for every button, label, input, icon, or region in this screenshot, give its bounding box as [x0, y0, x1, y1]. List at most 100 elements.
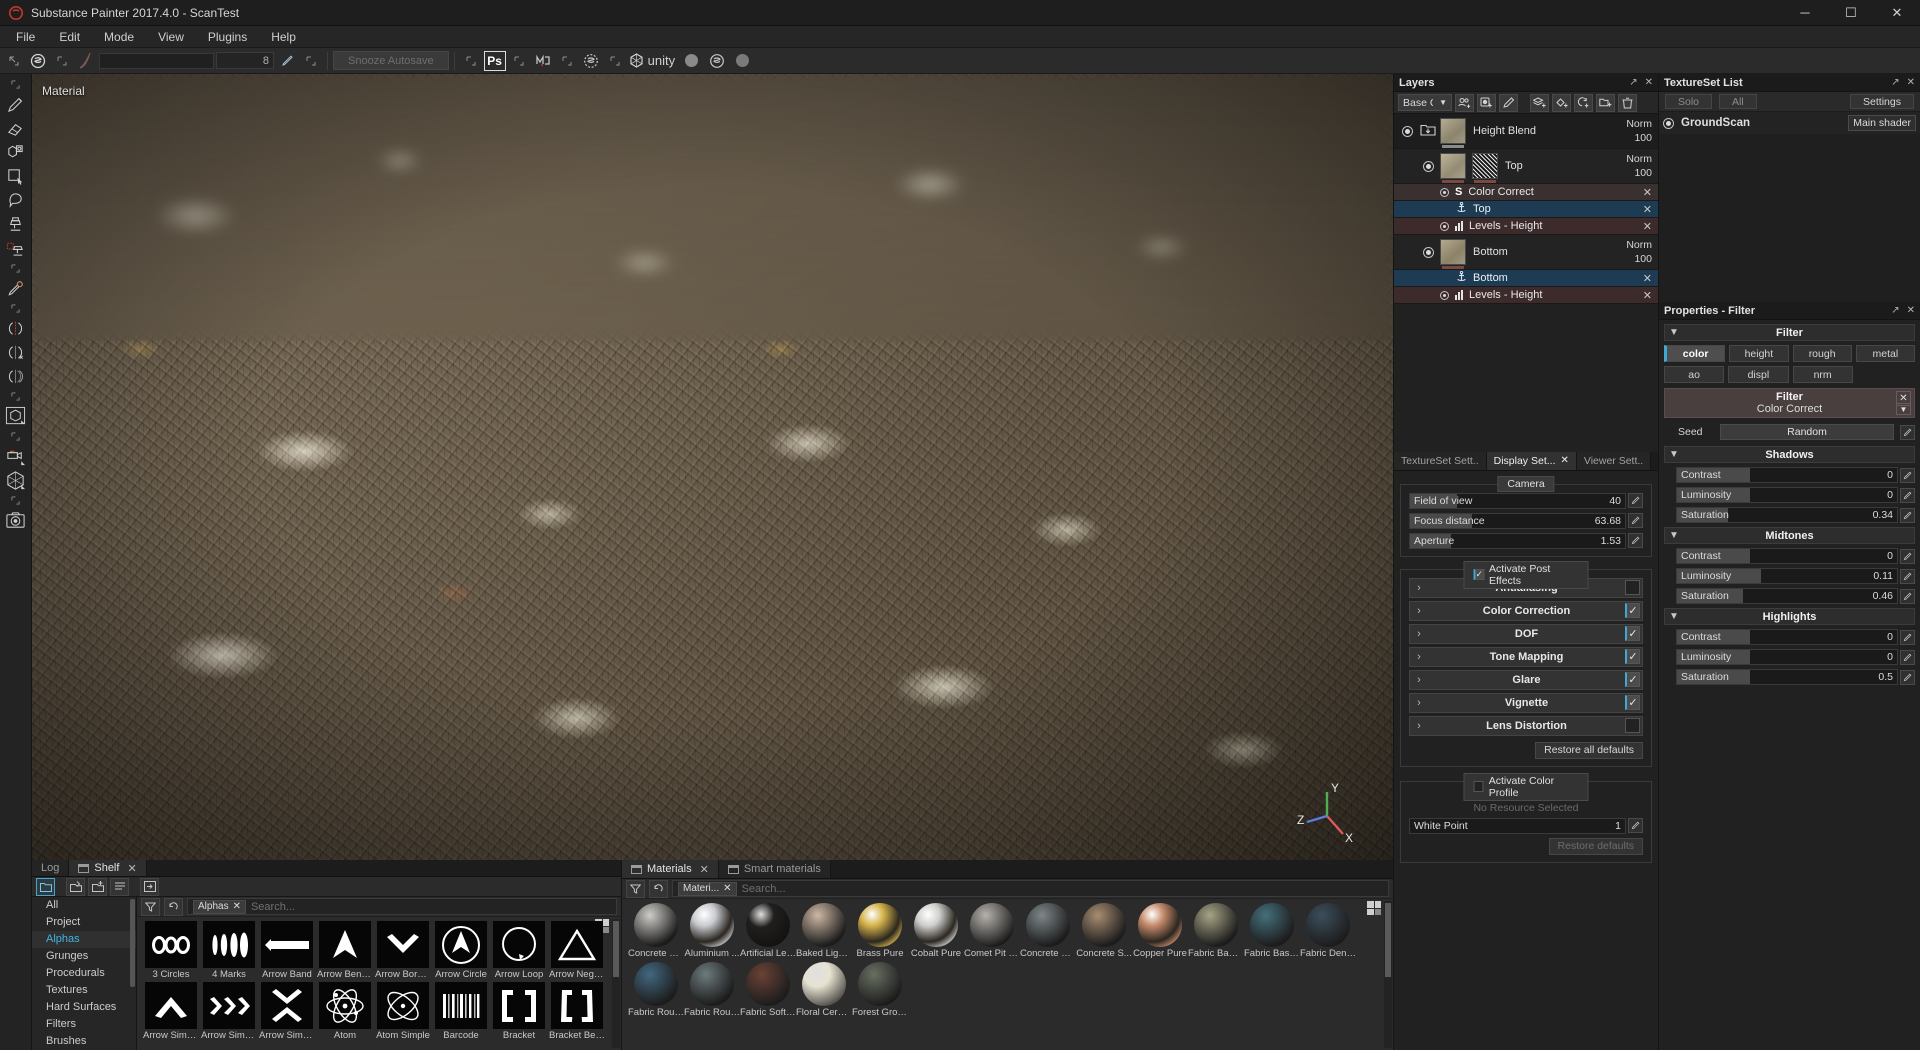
filter-icon[interactable]	[141, 898, 160, 916]
brush-preset-icon[interactable]	[75, 50, 97, 72]
paint-tool-icon[interactable]	[1, 92, 31, 116]
add-mask-icon[interactable]	[1455, 94, 1474, 112]
layer-thumbnail[interactable]	[1440, 118, 1466, 144]
dock-icon[interactable]	[140, 878, 159, 896]
export-icon[interactable]	[1, 492, 31, 508]
viewport-mode-2d-button[interactable]	[736, 54, 749, 67]
shelf-category-brushes[interactable]: Brushes	[32, 1033, 136, 1050]
highlights-luminosity-row[interactable]: Luminosity 0	[1676, 649, 1915, 665]
delete-layer-icon[interactable]	[1618, 94, 1637, 112]
export-icon[interactable]	[1, 428, 31, 444]
effect-name[interactable]: Levels - Height	[1469, 220, 1542, 232]
midtones-saturation-slider[interactable]: Saturation 0.46	[1676, 588, 1898, 604]
material-item[interactable]: Concrete Cl...	[628, 903, 684, 959]
substance-source-icon[interactable]	[27, 50, 49, 72]
shelf-category-scrollbar[interactable]	[130, 899, 135, 987]
channel-metal[interactable]: metal	[1856, 345, 1915, 362]
eye-icon[interactable]	[1663, 118, 1674, 129]
material-item[interactable]: Artificial Leat...	[740, 903, 796, 959]
close-icon[interactable]: ✕	[1643, 272, 1658, 285]
chevron-right-icon[interactable]: ›	[1410, 628, 1428, 640]
float-panel-icon[interactable]: ↗	[1891, 305, 1899, 316]
layer-visibility-toggle[interactable]	[1394, 126, 1420, 137]
pencil-icon[interactable]	[1900, 425, 1915, 440]
checkbox-icon[interactable]: ✓	[1625, 626, 1640, 641]
shelf-item[interactable]: Arrow Simpl...	[201, 982, 257, 1041]
close-icon[interactable]: ✕	[1560, 455, 1568, 466]
export-icon[interactable]	[1, 76, 31, 92]
effect-row-levels-height-bottom[interactable]: Levels - Height ✕	[1394, 287, 1658, 304]
menu-item-mode[interactable]: Mode	[92, 27, 146, 47]
shelf-category-textures[interactable]: Textures	[32, 982, 136, 999]
checkbox-icon[interactable]: ✓	[1625, 649, 1640, 664]
checkbox-icon[interactable]: ✓	[1625, 603, 1640, 618]
eyedropper-tool-icon[interactable]	[1, 276, 31, 300]
effect-color-correction[interactable]: › Color Correction ✓	[1409, 601, 1643, 621]
channel-color[interactable]: color	[1664, 345, 1725, 362]
effect-name[interactable]: Levels - Height	[1469, 289, 1542, 301]
substance-viewport-icon[interactable]	[706, 50, 728, 72]
unity-icon[interactable]: unity	[628, 50, 675, 72]
channel-ao[interactable]: ao	[1664, 366, 1724, 383]
material-item[interactable]: Fabric Soft ...	[740, 962, 796, 1018]
symmetry-mirror-tool-icon[interactable]	[1, 364, 31, 388]
pencil-icon[interactable]	[1900, 569, 1915, 584]
shelf-item[interactable]: Arrow Simpl...	[259, 982, 315, 1041]
material-item[interactable]: Floral Ceram...	[796, 962, 852, 1018]
close-icon[interactable]: ✕	[1645, 77, 1653, 88]
shelf-filter-chip[interactable]: Alphas ✕	[193, 900, 246, 914]
shelf-item[interactable]: Atom	[317, 982, 373, 1041]
chevron-right-icon[interactable]: ›	[1410, 697, 1428, 709]
list-view-icon[interactable]	[110, 878, 129, 896]
material-item[interactable]: Fabric Deni...	[1300, 903, 1356, 959]
shelf-category-hard-surfaces[interactable]: Hard Surfaces	[32, 999, 136, 1016]
close-icon[interactable]: ✕	[1643, 289, 1658, 302]
export-icon[interactable]	[1, 300, 31, 316]
tab-viewer-settings[interactable]: Viewer Sett..	[1577, 452, 1651, 470]
add-paint-icon[interactable]	[1499, 94, 1518, 112]
activate-post-effects-toggle[interactable]: ✓ Activate Post Effects	[1464, 561, 1589, 589]
effect-glare[interactable]: › Glare ✓	[1409, 670, 1643, 690]
chevron-right-icon[interactable]: ›	[1410, 582, 1428, 594]
highlights-saturation-slider[interactable]: Saturation 0.5	[1676, 669, 1898, 685]
pencil-icon[interactable]	[1900, 670, 1915, 685]
clone-tool-icon[interactable]	[1, 212, 31, 236]
effect-vignette[interactable]: › Vignette ✓	[1409, 693, 1643, 713]
shelf-item[interactable]: Arrow Simple	[143, 982, 199, 1041]
material-item[interactable]: Forest Grou...	[852, 962, 908, 1018]
shadows-contrast-slider[interactable]: Contrast 0	[1676, 467, 1898, 483]
channel-nrm[interactable]: nrm	[1793, 366, 1853, 383]
shadows-luminosity-slider[interactable]: Luminosity 0	[1676, 487, 1898, 503]
layer-row-bottom[interactable]: Bottom Norm 100	[1394, 235, 1658, 270]
effect-name[interactable]: Color Correct	[1468, 186, 1533, 198]
material-item[interactable]: Baked Lighti...	[796, 903, 852, 959]
menu-item-help[interactable]: Help	[259, 27, 308, 47]
shelf-category-procedurals[interactable]: Procedurals	[32, 965, 136, 982]
highlights-luminosity-slider[interactable]: Luminosity 0	[1676, 649, 1898, 665]
field-of-view-slider-row[interactable]: Field of view 40	[1409, 493, 1643, 509]
material-item[interactable]: Concrete S...	[1076, 903, 1132, 959]
export-icon[interactable]	[508, 50, 530, 72]
layer-name[interactable]: Top	[1505, 160, 1523, 172]
brush-size-slider[interactable]	[99, 53, 214, 69]
snooze-autosave-button[interactable]: Snooze Autosave	[333, 51, 449, 70]
shadows-saturation-slider[interactable]: Saturation 0.34	[1676, 507, 1898, 523]
export-icon[interactable]	[604, 50, 626, 72]
aperture-slider-row[interactable]: Aperture 1.53	[1409, 533, 1643, 549]
field-of-view-slider[interactable]: Field of view 40	[1409, 493, 1626, 509]
shelf-category-grunges[interactable]: Grunges	[32, 948, 136, 965]
midtones-luminosity-row[interactable]: Luminosity 0.11	[1676, 568, 1915, 584]
effect-name[interactable]: Bottom	[1473, 272, 1508, 284]
menu-item-plugins[interactable]: Plugins	[196, 27, 259, 47]
pencil-icon[interactable]	[1628, 493, 1643, 508]
material-item[interactable]: Fabric Bam...	[1188, 903, 1244, 959]
tab-materials[interactable]: Materials ✕	[622, 860, 719, 878]
material-item[interactable]: Fabric Roug...	[684, 962, 740, 1018]
layer-name[interactable]: Height Blend	[1473, 125, 1536, 137]
material-item[interactable]: Cobalt Pure	[908, 903, 964, 959]
shadows-section-header[interactable]: ▼ Shadows	[1664, 446, 1915, 463]
shelf-item[interactable]: Atom Simple	[375, 982, 431, 1041]
layer-row-top[interactable]: Top Norm 100	[1394, 149, 1658, 184]
tab-textureset-settings[interactable]: TextureSet Sett..	[1394, 452, 1487, 470]
brush-size-field[interactable]: 8	[216, 52, 274, 69]
